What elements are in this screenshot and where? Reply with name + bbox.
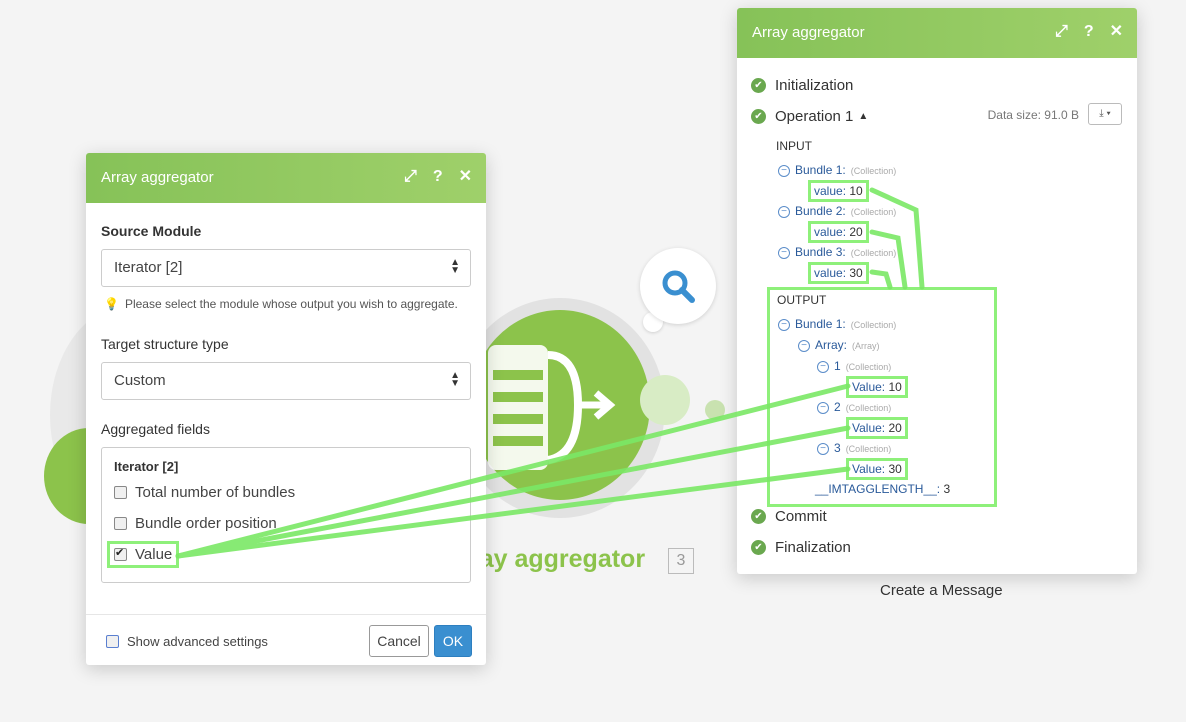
source-module-hint: 💡 Please select the module whose output y… (104, 297, 458, 311)
module-name: ray aggregator (470, 545, 646, 573)
input-bundle-2[interactable]: − Bundle 2: (Collection) (778, 204, 896, 218)
input-bundle-3[interactable]: − Bundle 3: (Collection) (778, 245, 896, 259)
aggregated-fields-box: Iterator [2] Total number of bundles Bun… (101, 447, 471, 583)
collapse-icon[interactable]: − (778, 205, 790, 218)
target-structure-select[interactable]: Custom ▲ ▼ (101, 362, 471, 400)
aggregator-icon (488, 345, 616, 470)
checkbox[interactable] (106, 635, 119, 648)
search-icon (662, 270, 695, 303)
help-icon[interactable]: ? (1084, 22, 1094, 42)
expand-icon[interactable]: ⤢ (404, 167, 417, 187)
source-module-select[interactable]: Iterator [2] ▲ ▼ (101, 249, 471, 287)
help-icon[interactable]: ? (433, 167, 443, 187)
step-label: Initialization (775, 77, 854, 94)
input-bundle-1[interactable]: − Bundle 1: (Collection) (778, 163, 896, 177)
inspect-bubble[interactable] (640, 248, 716, 324)
aggregated-fields-label: Aggregated fields (101, 421, 210, 437)
step-label: Operation 1 (775, 108, 854, 125)
select-arrows-icon: ▲ ▼ (450, 257, 460, 276)
select-arrows-icon: ▲ ▼ (450, 370, 460, 389)
show-advanced-toggle[interactable]: Show advanced settings (106, 634, 268, 649)
panel-footer: Show advanced settings Cancel OK (86, 614, 486, 665)
panel-title: Array aggregator (101, 169, 214, 186)
check-circle-icon: ✔ (751, 509, 766, 524)
check-circle-icon: ✔ (751, 109, 766, 124)
step-operation[interactable]: ✔ Operation 1 ▲ (751, 108, 868, 125)
data-size: Data size: 91.0 B (987, 108, 1079, 122)
step-initialization[interactable]: ✔ Initialization (751, 77, 853, 94)
module-badge: 3 (668, 548, 694, 574)
checkbox-checked[interactable] (114, 546, 127, 561)
download-button[interactable]: ⤓ ▾ (1088, 103, 1122, 125)
close-icon[interactable]: ✕ (459, 167, 472, 187)
source-module-label: Source Module (101, 223, 202, 239)
target-structure-label: Target structure type (101, 336, 229, 352)
cancel-button[interactable]: Cancel (369, 625, 429, 657)
module-settings-panel: Array aggregator ⤢ ? ✕ Source Module Ite… (86, 153, 486, 665)
panel-header: Array aggregator ⤢ ? ✕ (737, 8, 1137, 58)
ok-button[interactable]: OK (434, 625, 472, 657)
step-label: Commit (775, 508, 827, 525)
check-circle-icon: ✔ (751, 78, 766, 93)
select-value: Iterator [2] (114, 259, 183, 276)
lightbulb-icon: 💡 (104, 297, 119, 311)
field-bundle-order[interactable]: Bundle order position (114, 515, 277, 532)
collapse-icon[interactable]: − (778, 164, 790, 177)
step-label: Finalization (775, 539, 851, 556)
bubble-dot-small (705, 400, 725, 420)
close-icon[interactable]: ✕ (1110, 22, 1123, 42)
download-icon: ⤓ ▾ (1099, 108, 1111, 119)
expand-icon[interactable]: ⤢ (1055, 22, 1068, 42)
field-value[interactable]: Value (106, 541, 180, 568)
select-value: Custom (114, 372, 166, 389)
step-commit[interactable]: ✔ Commit (751, 508, 827, 525)
input-value-3: value: 30 (808, 262, 869, 284)
panel-title: Array aggregator (752, 24, 865, 41)
input-value-2: value: 20 (808, 221, 869, 243)
aggregated-group-title: Iterator [2] (114, 459, 179, 474)
input-label: INPUT (776, 139, 812, 153)
field-total-bundles[interactable]: Total number of bundles (114, 484, 295, 501)
bubble-dot-large (640, 375, 690, 425)
input-value-1: value: 10 (808, 180, 869, 202)
output-highlight-box (767, 287, 997, 507)
checkbox[interactable] (114, 486, 127, 499)
checkbox[interactable] (114, 517, 127, 530)
step-finalization[interactable]: ✔ Finalization (751, 539, 851, 556)
caret-up-icon: ▲ (858, 111, 869, 122)
next-module-label: Create a Message (880, 582, 1003, 599)
check-circle-icon: ✔ (751, 540, 766, 555)
collapse-icon[interactable]: − (778, 246, 790, 259)
panel-header: Array aggregator ⤢ ? ✕ (86, 153, 486, 203)
